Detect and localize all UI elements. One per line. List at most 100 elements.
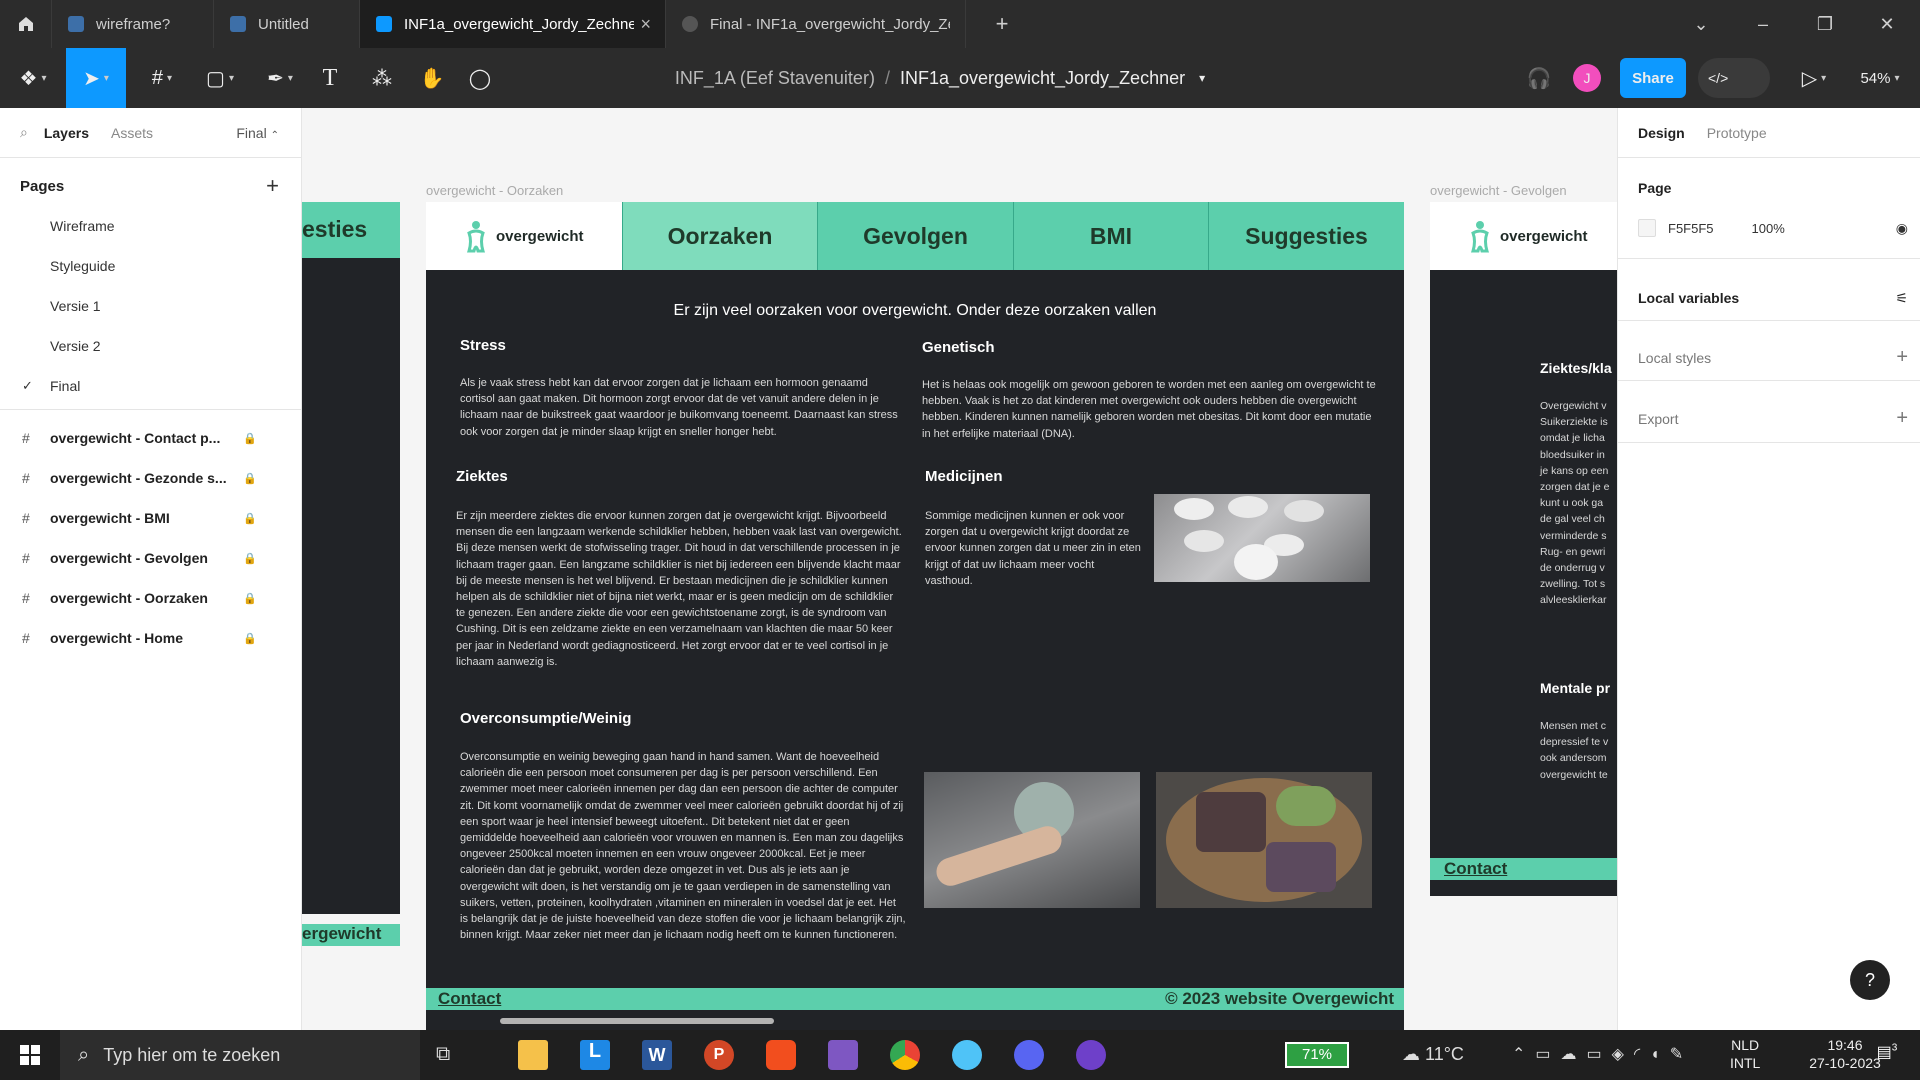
help-button[interactable]: ? [1850,960,1890,1000]
avatar[interactable]: J [1572,48,1602,108]
frame-title-oorzaken[interactable]: overgewicht - Oorzaken [426,183,563,198]
page-item-styleguide[interactable]: Styleguide [0,246,301,286]
present-button[interactable]: ▷ ▾ [1792,48,1836,108]
frame-title-gevolgen[interactable]: overgewicht - Gevolgen [1430,183,1567,198]
dev-mode-toggle[interactable]: </> [1698,58,1770,98]
discord-icon[interactable] [1014,1040,1044,1070]
page-color-value[interactable]: F5F5F5 [1668,221,1714,236]
page-selector[interactable]: Final ⌃ [236,125,279,141]
new-tab-button[interactable]: + [982,0,1022,48]
close-tab-icon[interactable]: × [640,14,651,35]
language-indicator[interactable]: NLD INTL [1730,1036,1760,1072]
canvas[interactable]: esties ergewicht overgewicht - Oorzaken … [302,108,1617,1030]
horizontal-scrollbar[interactable] [500,1018,774,1024]
chevron-down-icon[interactable]: ▾ [1199,71,1205,85]
lock-icon[interactable]: 🔒 [243,472,257,485]
home-button[interactable] [0,0,52,48]
lock-icon[interactable]: 🔒 [243,512,257,525]
close-window-button[interactable]: ✕ [1856,0,1918,48]
github-desktop-icon[interactable] [1076,1040,1106,1070]
tab-layers[interactable]: Layers [44,125,89,141]
comment-tool[interactable]: ◯ [462,48,498,108]
layer-frame-item[interactable]: # overgewicht - BMI 🔒 [0,498,301,538]
system-tray[interactable]: ⌃▭☁▭◈◜◖✎ [1512,1044,1693,1064]
tab-final-prototype[interactable]: Final - INF1a_overgewicht_Jordy_Zechner [666,0,966,48]
intro-text: Er zijn veel oorzaken voor overgewicht. … [673,302,1157,319]
app-balloon-icon[interactable] [952,1040,982,1070]
share-button[interactable]: Share [1620,58,1686,98]
shape-tool[interactable]: ▢ ▾ [196,48,244,108]
design-panel: Design Prototype Page F5F5F5 100% ◉ Loca… [1617,108,1920,1030]
tab-design[interactable]: Design [1638,125,1685,141]
variables-icon[interactable]: ⚟ [1895,290,1908,307]
word-icon[interactable]: W [642,1040,672,1070]
lock-icon[interactable]: 🔒 [243,552,257,565]
layer-frame-item[interactable]: # overgewicht - Oorzaken 🔒 [0,578,301,618]
move-tool[interactable]: ➤ ▾ [66,48,126,108]
notifications-button[interactable]: ▤3 [1872,1042,1902,1068]
lock-icon[interactable]: 🔒 [243,592,257,605]
site-logo[interactable]: overgewicht [1430,202,1617,270]
genetisch-text: Het is helaas ook mogelijk om gewoon geb… [922,379,1376,440]
frame-gevolgen[interactable]: overgewicht Ziektes/kla Overgewicht v Su… [1430,202,1617,896]
page-item-versie-2[interactable]: Versie 2 [0,326,301,366]
audio-button[interactable]: 🎧 [1524,48,1554,108]
eye-icon[interactable]: ◉ [1896,220,1908,237]
app-l-icon[interactable]: L [580,1040,610,1070]
tab-wireframe[interactable]: wireframe? [52,0,214,48]
frame-tool[interactable]: # ▾ [138,48,186,108]
text-tool[interactable]: T [312,48,348,108]
lock-icon[interactable]: 🔒 [243,432,257,445]
breadcrumb-file[interactable]: INF1a_overgewicht_Jordy_Zechner [900,68,1185,89]
hand-tool[interactable]: ✋ [414,48,450,108]
page-opacity-value[interactable]: 100% [1752,221,1785,236]
tab-inf1a-overgewicht[interactable]: INF1a_overgewicht_Jordy_Zechner × [360,0,666,48]
page-item-versie-1[interactable]: Versie 1 [0,286,301,326]
pen-tool[interactable]: ✒ ▾ [256,48,304,108]
figma-icon[interactable] [766,1040,796,1070]
tab-untitled[interactable]: Untitled [214,0,360,48]
layer-frame-item[interactable]: # overgewicht - Contact p... 🔒 [0,418,301,458]
layer-frame-item[interactable]: # overgewicht - Gevolgen 🔒 [0,538,301,578]
page-item-wireframe[interactable]: Wireframe [0,206,301,246]
page-fill-row[interactable]: F5F5F5 100% ◉ [1638,218,1908,238]
tabs-dropdown[interactable]: ⌄ [1670,0,1732,48]
site-logo[interactable]: overgewicht [426,202,622,270]
footer-contact-link[interactable]: Contact [1444,859,1507,879]
tab-prototype[interactable]: Prototype [1707,125,1767,141]
layer-frame-item[interactable]: # overgewicht - Gezonde s... 🔒 [0,458,301,498]
search-icon[interactable]: ⌕ [20,124,28,141]
file-explorer-icon[interactable] [518,1040,548,1070]
lock-icon[interactable]: 🔒 [243,632,257,645]
add-page-icon[interactable]: + [266,173,279,199]
task-view-icon[interactable]: ⧉ [436,1043,450,1066]
tab-assets[interactable]: Assets [111,125,153,141]
nav-bmi[interactable]: BMI [1013,202,1208,270]
add-export-icon[interactable]: + [1896,408,1908,428]
add-style-icon[interactable]: + [1896,347,1908,367]
minimize-button[interactable]: – [1732,0,1794,48]
layer-frame-item[interactable]: # overgewicht - Home 🔒 [0,618,301,658]
local-styles-row[interactable]: Local styles + [1638,347,1908,367]
nav-oorzaken[interactable]: Oorzaken [622,202,817,270]
export-row[interactable]: Export + [1638,408,1908,428]
color-swatch[interactable] [1638,219,1656,237]
battery-indicator[interactable]: 71% [1285,1042,1349,1068]
weather-widget[interactable]: ☁ 11°C [1402,1044,1464,1065]
taskbar-search[interactable]: ⌕ Typ hier om te zoeken [60,1030,420,1080]
nav-gevolgen[interactable]: Gevolgen [817,202,1013,270]
restore-button[interactable]: ❐ [1794,0,1856,48]
main-menu-button[interactable]: ❖ ▾ [8,48,58,108]
frame-oorzaken[interactable]: overgewicht Oorzaken Gevolgen BMI Sugges… [426,202,1404,1030]
chrome-icon[interactable] [890,1040,920,1070]
nav-suggesties[interactable]: Suggesties [1208,202,1404,270]
resources-tool[interactable]: ⁂ [364,48,400,108]
zoom-dropdown[interactable]: 54% ▾ [1850,48,1910,108]
start-button[interactable] [0,1030,60,1080]
visual-studio-icon[interactable] [828,1040,858,1070]
powerpoint-icon[interactable]: P [704,1040,734,1070]
page-item-final[interactable]: ✓ Final [0,366,301,406]
local-variables-row[interactable]: Local variables ⚟ [1638,290,1908,307]
footer-contact-link[interactable]: Contact [438,989,501,1009]
breadcrumb-team[interactable]: INF_1A (Eef Stavenuiter) [675,68,875,89]
